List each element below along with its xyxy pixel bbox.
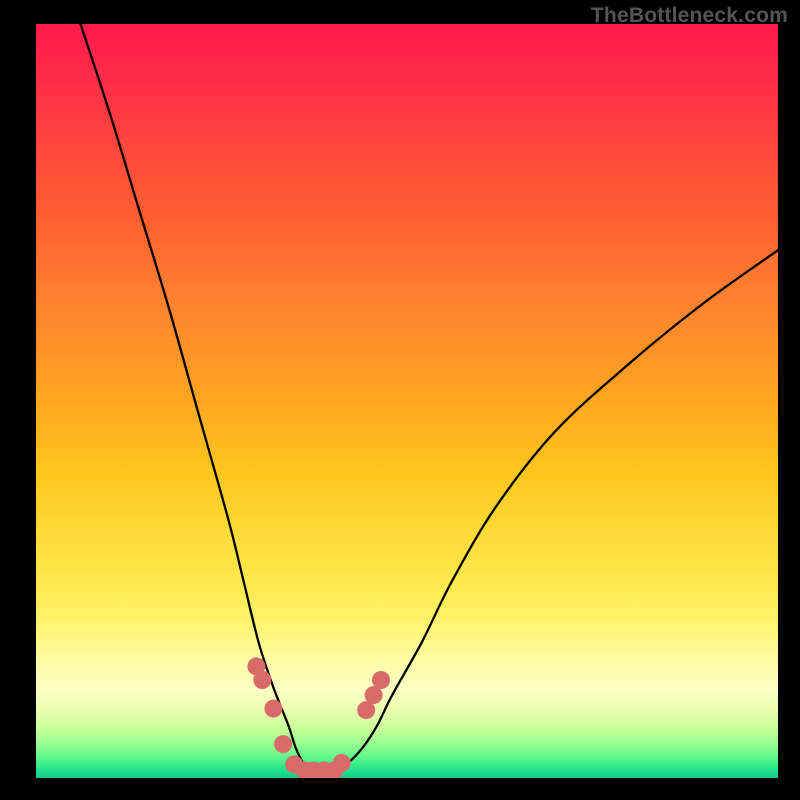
curve-marker bbox=[264, 700, 282, 718]
curve-marker bbox=[372, 671, 390, 689]
curve-markers bbox=[247, 657, 390, 778]
curve-marker bbox=[315, 762, 333, 779]
curve-marker bbox=[305, 762, 323, 779]
curve-path bbox=[81, 24, 779, 771]
curve-marker bbox=[247, 657, 265, 675]
watermark-text: TheBottleneck.com bbox=[591, 4, 788, 28]
curve-marker bbox=[325, 762, 343, 779]
chart-frame: TheBottleneck.com bbox=[0, 0, 800, 800]
curve-marker bbox=[333, 754, 351, 772]
chart-svg bbox=[36, 24, 778, 778]
chart-plot-area bbox=[36, 24, 778, 778]
curve-marker bbox=[357, 701, 375, 719]
curve-marker bbox=[274, 735, 292, 753]
curve-marker bbox=[296, 762, 314, 779]
curve-marker bbox=[285, 755, 303, 773]
bottleneck-curve bbox=[81, 24, 779, 771]
curve-marker bbox=[253, 671, 271, 689]
curve-marker bbox=[365, 686, 383, 704]
